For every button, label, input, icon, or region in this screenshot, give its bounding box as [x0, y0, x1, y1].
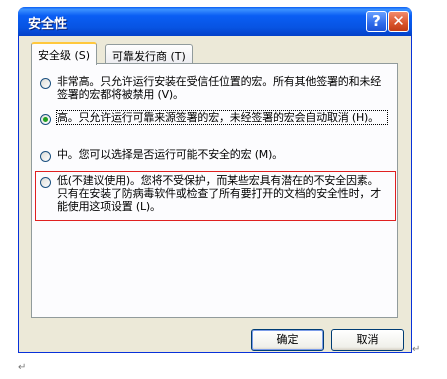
radio-medium[interactable]	[40, 151, 51, 162]
paragraph-mark-icon: ↵	[412, 344, 421, 355]
option-medium-label: 中。您可以选择是否运行可能不安全的宏 (M)。	[57, 148, 283, 161]
option-low-label: 低(不建议使用)。您将不受保护，而某些宏具有潜在的不安全因素。只有在安装了防病毒…	[57, 174, 381, 213]
radio-high[interactable]	[40, 114, 51, 125]
option-very-high[interactable]: 非常高。只允许运行安装在受信任位置的宏。所有其他签署的和未经签署的宏都将被禁用 …	[40, 75, 390, 103]
option-medium[interactable]: 中。您可以选择是否运行可能不安全的宏 (M)。	[40, 148, 390, 162]
help-button[interactable]: ?	[366, 11, 387, 32]
cancel-button[interactable]: 取消	[331, 329, 404, 351]
tab-trusted-publishers[interactable]: 可靠发行商 (T)	[105, 44, 193, 64]
option-high[interactable]: 高。只允许运行可靠来源签署的宏，未经签署的宏会自动取消 (H)。	[40, 110, 390, 139]
option-high-label: 高。只允许运行可靠来源签署的宏，未经签署的宏会自动取消 (H)。	[56, 110, 388, 125]
radio-selected-dot	[43, 117, 48, 122]
tab-security-level[interactable]: 安全级 (S)	[31, 42, 98, 65]
security-dialog: 安全性 ? ✕ 安全级 (S) 可靠发行商 (T) 非常高。只允许运行安装在受信…	[18, 7, 412, 353]
radio-low[interactable]	[40, 177, 51, 188]
security-level-panel: 非常高。只允许运行安装在受信任位置的宏。所有其他签署的和未经签署的宏都将被禁用 …	[31, 63, 398, 318]
window-title: 安全性	[28, 17, 68, 32]
paragraph-mark-icon-2: ↵	[18, 362, 27, 373]
option-low[interactable]: 低(不建议使用)。您将不受保护，而某些宏具有潜在的不安全因素。只有在安装了防病毒…	[40, 174, 390, 216]
close-button[interactable]: ✕	[388, 11, 409, 32]
option-very-high-label: 非常高。只允许运行安装在受信任位置的宏。所有其他签署的和未经签署的宏都将被禁用 …	[57, 75, 381, 101]
ok-button[interactable]: 确定	[251, 329, 324, 351]
radio-very-high[interactable]	[40, 78, 51, 89]
title-bar[interactable]: 安全性 ? ✕	[18, 7, 412, 36]
